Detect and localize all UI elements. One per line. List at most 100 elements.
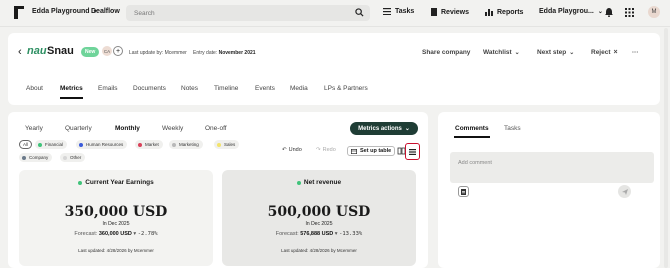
tab-timeline[interactable]: Timeline (214, 85, 238, 92)
metrics-actions-button[interactable]: Metrics actions ⌄ (350, 122, 418, 135)
comment-input[interactable]: Add comment (450, 152, 654, 183)
metrics-actions-label: Metrics actions (358, 125, 402, 132)
table-icon (351, 148, 357, 154)
metric-card[interactable]: Current Year Earnings 350,000 USD In Dec… (19, 170, 213, 266)
metric-card[interactable]: Net revenue 500,000 USD In Dec 2025 Fore… (222, 170, 416, 266)
undo-label: Undo (288, 147, 302, 153)
nav-reports[interactable]: Reports (485, 8, 523, 16)
metric-title-text: Current Year Earnings (85, 179, 154, 186)
undo-button[interactable]: ↶ Undo (282, 147, 302, 153)
bell-icon[interactable] (605, 8, 613, 17)
share-company-button[interactable]: Share company (422, 49, 470, 56)
search-input[interactable]: Search (126, 5, 370, 21)
next-step-button[interactable]: Next step ⌄ (537, 49, 574, 56)
reject-button[interactable]: Reject × (591, 49, 618, 56)
trend-down-icon: ▾ (133, 231, 137, 237)
color-dot (38, 142, 42, 147)
metrics-panel: Yearly Quarterly Monthly Weekly One-off … (8, 112, 428, 268)
org-switcher[interactable]: Edda Playgrou... ⌄ (539, 8, 603, 15)
filter-label: Marketing (179, 142, 199, 147)
tab-events[interactable]: Events (255, 85, 275, 92)
entry-date-label: Entry date: (193, 50, 218, 56)
color-dot (63, 155, 67, 160)
filter-human-resources[interactable]: Human Resources (76, 140, 128, 149)
redo-icon: ↷ (316, 147, 321, 153)
comment-placeholder: Add comment (458, 160, 492, 166)
filter-market[interactable]: Market (135, 140, 163, 149)
metric-title: Net revenue (222, 179, 416, 186)
top-bar: Edda Playground ▼ Dealflow Search Tasks … (0, 0, 670, 26)
nav-reports-label: Reports (497, 8, 524, 16)
chevron-down-icon: ⌄ (404, 126, 410, 132)
filter-label: Human Resources (86, 142, 124, 147)
forecast-change: -2.78% (137, 231, 158, 237)
metric-forecast: Forecast: 576,888 USD ▾ -13.33% (222, 231, 416, 237)
nav-tasks[interactable]: Tasks (383, 8, 414, 15)
company-header: ‹ nau Snau New CA + Last update by: Mcem… (8, 33, 660, 105)
tab-metrics[interactable]: Metrics (60, 85, 83, 99)
forecast-label: Forecast: (275, 231, 299, 237)
back-arrow-icon[interactable]: ‹ (18, 46, 22, 58)
metric-period: In Dec 2025 (102, 221, 130, 227)
owner-avatar[interactable]: CA (102, 46, 112, 56)
filter-label: Market (145, 142, 159, 147)
status-badge[interactable]: New (81, 47, 100, 57)
watchlist-button[interactable]: Watchlist ⌄ (483, 49, 520, 56)
divider (0, 26, 670, 27)
filter-label: Financial (45, 142, 64, 147)
period-yearly[interactable]: Yearly (25, 125, 43, 132)
metric-forecast: Forecast: 360,000 USD ▾ -2.78% (19, 231, 213, 237)
workspace-switcher[interactable]: Edda Playground ▼ (32, 8, 98, 15)
watchlist-label: Watchlist (483, 49, 512, 56)
file-icon (461, 188, 466, 195)
tab-documents[interactable]: Documents (133, 85, 166, 92)
entry-date: Entry date: November 2021 (193, 50, 256, 56)
more-options-icon[interactable]: ··· (632, 49, 639, 56)
close-icon: × (613, 49, 618, 56)
search-placeholder: Search (134, 9, 155, 17)
set-up-table-button[interactable]: Set up table (347, 146, 396, 156)
period-quarterly[interactable]: Quarterly (65, 125, 92, 132)
set-up-table-label: Set up table (360, 148, 392, 154)
tab-media[interactable]: Media (290, 85, 308, 92)
add-owner-button[interactable]: + (113, 46, 123, 56)
metric-updated: Last updated: 4/28/2026 by Mcemmer (78, 248, 154, 253)
redo-button[interactable]: ↷ Redo (316, 147, 336, 153)
chevron-down-icon: ⌄ (514, 50, 520, 56)
color-dot (22, 155, 26, 160)
next-step-label: Next step (537, 49, 567, 56)
last-update: Last update by: Mcemmer (129, 50, 187, 56)
nav-reviews[interactable]: Reviews (431, 8, 469, 16)
list-view-icon (409, 148, 416, 155)
user-avatar[interactable]: M (648, 6, 660, 18)
tab-emails[interactable]: Emails (98, 85, 118, 92)
filter-label: All (23, 142, 29, 147)
attach-file-button[interactable] (458, 186, 469, 197)
color-dot (138, 142, 142, 147)
status-dot (296, 180, 301, 185)
section-title[interactable]: Dealflow (91, 8, 120, 15)
tab-lps-partners[interactable]: LPs & Partners (324, 85, 368, 92)
filter-company[interactable]: Company (19, 153, 53, 162)
filter-financial[interactable]: Financial (35, 140, 68, 149)
reject-label: Reject (591, 49, 611, 56)
tab-comments[interactable]: Comments (454, 125, 490, 138)
filter-marketing[interactable]: Marketing (169, 140, 203, 149)
send-button[interactable] (618, 185, 631, 198)
apps-grid-icon[interactable] (625, 8, 634, 17)
company-logo: nau (27, 45, 47, 57)
filter-other[interactable]: Other (60, 153, 86, 162)
list-view-button[interactable] (405, 143, 420, 160)
scrollbar[interactable] (664, 28, 668, 268)
nav-reviews-label: Reviews (441, 8, 470, 16)
filter-all[interactable]: All (19, 140, 33, 149)
period-one-off[interactable]: One-off (205, 125, 227, 132)
period-weekly[interactable]: Weekly (162, 125, 183, 132)
tab-notes[interactable]: Notes (181, 85, 198, 92)
app-logo-icon[interactable] (14, 6, 24, 19)
filter-sales[interactable]: Sales (214, 140, 240, 149)
tab-about[interactable]: About (26, 85, 43, 92)
search-icon (355, 8, 364, 17)
tab-tasks[interactable]: Tasks (504, 125, 521, 132)
period-monthly[interactable]: Monthly (115, 125, 140, 132)
